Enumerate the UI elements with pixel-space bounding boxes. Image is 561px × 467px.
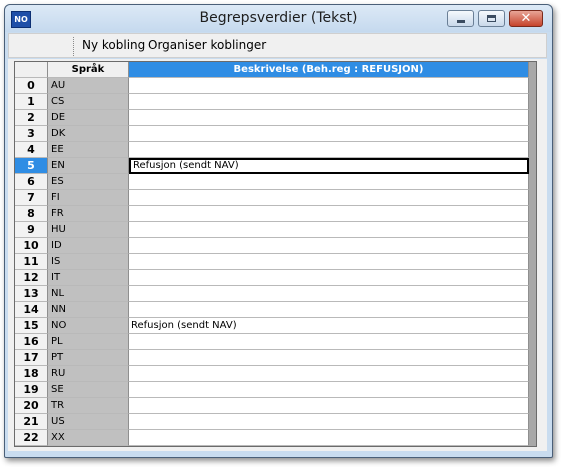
description-cell[interactable]	[129, 174, 529, 190]
row-header[interactable]: 11	[15, 254, 48, 270]
maximize-button[interactable]	[478, 10, 505, 27]
row-header[interactable]: 2	[15, 110, 48, 126]
language-cell[interactable]: IS	[48, 254, 129, 270]
row-header[interactable]: 19	[15, 382, 48, 398]
toolbar: Ny kobling Organiser koblinger	[8, 33, 547, 58]
column-header-description[interactable]: Beskrivelse (Beh.reg : REFUSJON)	[129, 62, 529, 78]
language-cell[interactable]: AU	[48, 78, 129, 94]
description-cell[interactable]	[129, 206, 529, 222]
description-cell[interactable]	[129, 110, 529, 126]
grid-corner[interactable]	[15, 62, 48, 78]
language-cell[interactable]: EE	[48, 142, 129, 158]
language-cell[interactable]: XX	[48, 430, 129, 446]
description-cell[interactable]	[129, 222, 529, 238]
description-cell[interactable]	[129, 350, 529, 366]
app-window: NO Begrepsverdier (Tekst) ✕ Ny kobling O…	[4, 4, 553, 458]
organize-links-button[interactable]: Organiser koblinger	[148, 38, 266, 52]
new-link-button[interactable]: Ny kobling	[82, 38, 145, 52]
row-header[interactable]: 14	[15, 302, 48, 318]
language-cell[interactable]: ES	[48, 174, 129, 190]
description-cell[interactable]	[129, 254, 529, 270]
language-cell[interactable]: IT	[48, 270, 129, 286]
description-cell[interactable]	[129, 190, 529, 206]
description-cell[interactable]	[129, 270, 529, 286]
row-header[interactable]: 22	[15, 430, 48, 446]
language-cell[interactable]: DK	[48, 126, 129, 142]
language-cell[interactable]: RU	[48, 366, 129, 382]
language-cell[interactable]: DE	[48, 110, 129, 126]
language-cell[interactable]: PT	[48, 350, 129, 366]
description-cell[interactable]	[129, 286, 529, 302]
title-bar[interactable]: NO Begrepsverdier (Tekst) ✕	[5, 5, 552, 32]
description-cell[interactable]	[129, 334, 529, 350]
description-cell[interactable]: Refusjon (sendt NAV)	[129, 158, 529, 174]
close-button[interactable]: ✕	[509, 10, 543, 27]
language-cell[interactable]: US	[48, 414, 129, 430]
description-cell[interactable]	[129, 94, 529, 110]
row-header[interactable]: 10	[15, 238, 48, 254]
description-cell[interactable]	[129, 302, 529, 318]
row-header[interactable]: 1	[15, 94, 48, 110]
row-header[interactable]: 12	[15, 270, 48, 286]
language-cell[interactable]: HU	[48, 222, 129, 238]
toolbar-grip[interactable]	[73, 37, 75, 56]
description-cell[interactable]	[129, 238, 529, 254]
language-cell[interactable]: FR	[48, 206, 129, 222]
row-header[interactable]: 21	[15, 414, 48, 430]
description-cell[interactable]	[129, 78, 529, 94]
language-cell[interactable]: FI	[48, 190, 129, 206]
column-header-language[interactable]: Språk	[48, 62, 129, 78]
language-cell[interactable]: EN	[48, 158, 129, 174]
row-header[interactable]: 7	[15, 190, 48, 206]
language-cell[interactable]: NO	[48, 318, 129, 334]
row-header[interactable]: 18	[15, 366, 48, 382]
content-area: Språk Beskrivelse (Beh.reg : REFUSJON) 0…	[8, 59, 547, 451]
translations-grid: Språk Beskrivelse (Beh.reg : REFUSJON) 0…	[14, 61, 537, 447]
language-cell[interactable]: TR	[48, 398, 129, 414]
description-cell[interactable]	[129, 430, 529, 446]
minimize-button[interactable]	[447, 10, 474, 27]
row-header[interactable]: 5	[15, 158, 48, 174]
row-header[interactable]: 3	[15, 126, 48, 142]
row-header[interactable]: 20	[15, 398, 48, 414]
grid-body: Språk Beskrivelse (Beh.reg : REFUSJON) 0…	[15, 62, 529, 446]
language-cell[interactable]: NL	[48, 286, 129, 302]
description-cell[interactable]	[129, 382, 529, 398]
row-header[interactable]: 13	[15, 286, 48, 302]
language-cell[interactable]: PL	[48, 334, 129, 350]
row-header[interactable]: 16	[15, 334, 48, 350]
description-cell[interactable]	[129, 126, 529, 142]
language-cell[interactable]: CS	[48, 94, 129, 110]
description-cell[interactable]	[129, 366, 529, 382]
description-cell[interactable]	[129, 142, 529, 158]
language-cell[interactable]: NN	[48, 302, 129, 318]
row-header[interactable]: 9	[15, 222, 48, 238]
row-header[interactable]: 4	[15, 142, 48, 158]
maximize-icon	[487, 15, 496, 22]
row-header[interactable]: 8	[15, 206, 48, 222]
description-cell[interactable]	[129, 414, 529, 430]
row-header[interactable]: 6	[15, 174, 48, 190]
description-cell[interactable]: Refusjon (sendt NAV)	[129, 318, 529, 334]
close-icon: ✕	[520, 11, 532, 26]
language-cell[interactable]: SE	[48, 382, 129, 398]
row-header[interactable]: 15	[15, 318, 48, 334]
description-cell[interactable]	[129, 398, 529, 414]
row-header[interactable]: 0	[15, 78, 48, 94]
row-header[interactable]: 17	[15, 350, 48, 366]
language-cell[interactable]: ID	[48, 238, 129, 254]
minimize-icon	[457, 20, 465, 23]
